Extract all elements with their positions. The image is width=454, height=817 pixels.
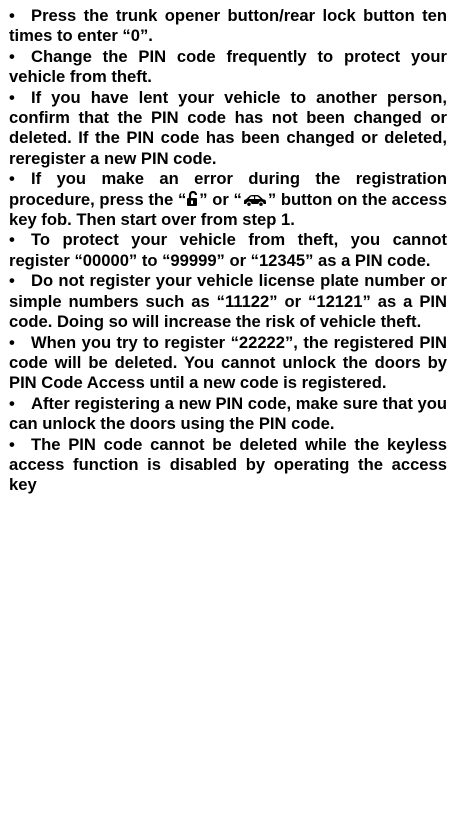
note-lent-vehicle: • If you have lent your vehicle to anothe… [9, 88, 447, 170]
bullet: • [9, 230, 15, 250]
note-text: Do not register your vehicle license pla… [9, 271, 447, 332]
bullet: • [9, 169, 15, 189]
bullet: • [9, 332, 15, 352]
note-text: After registering a new PIN code, make s… [9, 393, 447, 434]
note-code-22222: • When you try to register “22222”, the r… [9, 333, 447, 394]
bullet: • [9, 46, 15, 66]
note-text: To protect your vehicle from theft, you … [9, 230, 447, 270]
manual-page: • Press the trunk opener button/rear lock… [9, 6, 447, 496]
note-registration-error: • If you make an error during the registr… [9, 169, 447, 230]
note-change-pin: • Change the PIN code frequently to prote… [9, 47, 447, 88]
bullet: • [9, 434, 15, 454]
bullet: • [9, 271, 15, 291]
note-simple-numbers: • Do not register your vehicle license pl… [9, 271, 447, 332]
note-text: If you have lent your vehicle to another… [9, 87, 447, 168]
bullet: • [9, 6, 15, 25]
bullet: • [9, 393, 15, 413]
note-text-between: ” or “ [199, 189, 242, 209]
note-cannot-delete: • The PIN code cannot be deleted while th… [9, 435, 447, 496]
note-text: Press the trunk opener button/rear lock … [9, 6, 447, 46]
note-text: Change the PIN code frequently to protec… [9, 46, 447, 87]
note-text: The PIN code cannot be deleted while the… [9, 434, 447, 495]
trunk-open-icon [186, 190, 199, 207]
note-trunk-opener: • Press the trunk opener button/rear lock… [9, 6, 447, 47]
note-text: When you try to register “22222”, the re… [9, 332, 447, 393]
car-icon [242, 193, 268, 207]
note-forbidden-codes: • To protect your vehicle from theft, you… [9, 230, 447, 271]
note-verify-new-code: • After registering a new PIN code, make … [9, 394, 447, 435]
bullet: • [9, 87, 15, 107]
